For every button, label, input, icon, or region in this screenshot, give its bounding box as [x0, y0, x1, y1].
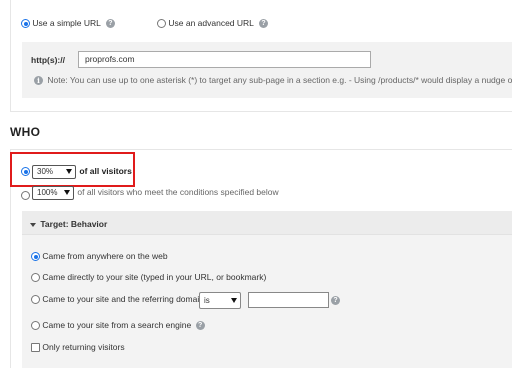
caret-down-icon [30, 222, 36, 227]
url-note: i Note: You can use up to one asterisk (… [34, 75, 512, 86]
returning-visitors-option[interactable]: Only returning visitors [31, 342, 125, 353]
advanced-url-option[interactable]: Use an advanced URL ? [157, 18, 268, 29]
help-icon[interactable]: ? [195, 321, 205, 331]
chevron-down-icon [231, 298, 237, 303]
returning-visitors-label: Only returning visitors [42, 342, 125, 352]
behavior-toggle[interactable]: Target: Behavior [30, 219, 107, 229]
info-icon: i [34, 76, 43, 86]
behavior-option-anywhere[interactable]: Came from anywhere on the web [31, 251, 168, 262]
url-input[interactable]: proprofs.com [78, 51, 371, 68]
behavior-option-search-engine[interactable]: Came to your site from a search engine ? [31, 320, 205, 331]
advanced-url-label: Use an advanced URL [168, 18, 254, 28]
help-icon[interactable]: ? [258, 19, 268, 29]
search-engine-radio[interactable] [31, 321, 40, 331]
help-icon[interactable]: ? [331, 296, 340, 306]
directly-label: Came directly to your site (typed in you… [42, 272, 267, 282]
note-text: Note: You can use up to one asterisk (*)… [47, 75, 512, 85]
behavior-option-referring[interactable]: Came to your site and the referring doma… [31, 294, 204, 305]
chevron-down-icon [64, 190, 70, 195]
highlight-box [10, 152, 135, 187]
behavior-header-label: Target: Behavior [40, 219, 108, 229]
referring-operator-value: is [204, 296, 210, 305]
search-engine-label: Came to your site from a search engine [42, 320, 192, 330]
directly-radio[interactable] [31, 273, 40, 283]
anywhere-radio[interactable] [31, 252, 40, 262]
protocol-label: http(s):// [31, 55, 65, 65]
anywhere-label: Came from anywhere on the web [42, 251, 168, 261]
simple-url-label: Use a simple URL [32, 18, 101, 28]
referring-operator-select[interactable]: is [199, 292, 241, 309]
referring-domain-input-wrap [248, 292, 329, 308]
referring-operator-row: is [199, 292, 241, 309]
referring-label: Came to your site and the referring doma… [42, 294, 204, 304]
advanced-url-radio[interactable] [157, 19, 166, 29]
conditional-visitors-option[interactable] [21, 190, 30, 201]
referring-help[interactable]: ? [331, 295, 340, 306]
who-heading: WHO [10, 125, 41, 139]
conditional-percent-value: 100% [37, 188, 58, 197]
simple-url-radio[interactable] [21, 19, 30, 29]
help-icon[interactable]: ? [105, 19, 115, 29]
simple-url-option[interactable]: Use a simple URL ? [21, 18, 115, 29]
conditional-visitors-radio[interactable] [21, 191, 30, 201]
behavior-option-directly[interactable]: Came directly to your site (typed in you… [31, 272, 267, 283]
conditional-visitors-row: 100% of all visitors who meet the condit… [32, 186, 279, 200]
referring-radio[interactable] [31, 295, 40, 305]
returning-visitors-checkbox[interactable] [31, 343, 40, 353]
referring-domain-input[interactable] [248, 292, 329, 308]
conditional-percent-select[interactable]: 100% [32, 186, 74, 200]
conditions-text: of all visitors who meet the conditions … [77, 187, 279, 198]
